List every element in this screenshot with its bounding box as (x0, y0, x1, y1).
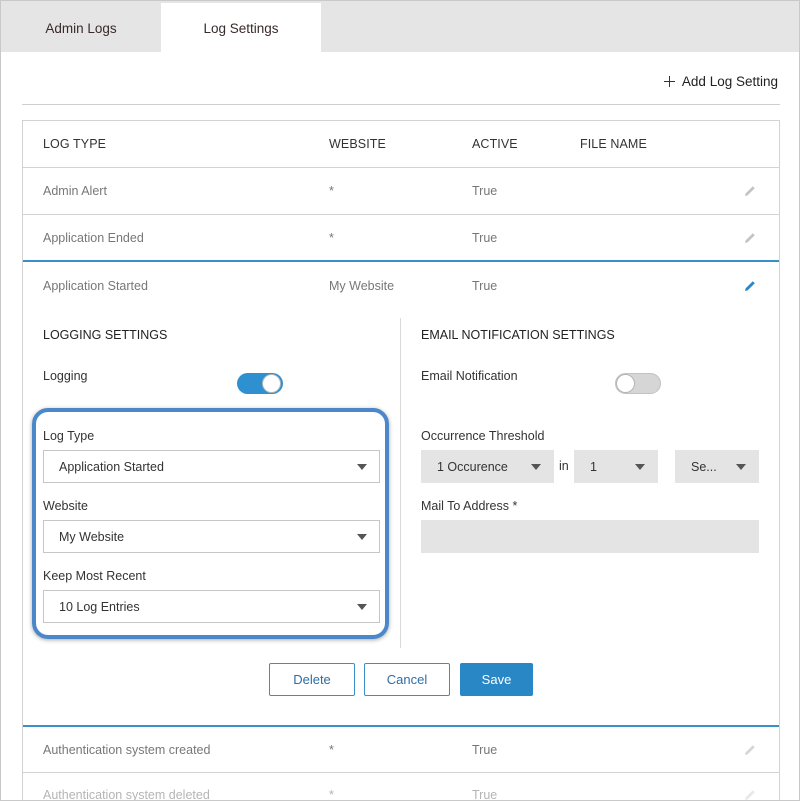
add-log-setting-button[interactable]: Add Log Setting (663, 70, 778, 92)
cell-log-type: Application Ended (43, 231, 144, 245)
keep-most-recent-label: Keep Most Recent (43, 569, 146, 583)
cell-log-type: Application Started (43, 279, 148, 293)
table-header: LOG TYPE WEBSITE ACTIVE FILE NAME (23, 121, 779, 168)
website-value: My Website (59, 529, 125, 544)
occurrence-period-select[interactable]: 1 (574, 450, 658, 483)
header-file-name: FILE NAME (580, 137, 647, 151)
tab-log-settings[interactable]: Log Settings (161, 3, 321, 53)
chevron-down-icon (357, 604, 367, 610)
keep-most-recent-select[interactable]: 10 Log Entries (43, 590, 380, 623)
occurrence-unit-value: Se... (691, 459, 717, 474)
cell-active: True (472, 788, 498, 801)
logging-toggle[interactable] (237, 373, 283, 394)
cell-active: True (472, 184, 498, 198)
cell-log-type: Admin Alert (43, 184, 107, 198)
cancel-button[interactable]: Cancel (364, 663, 450, 696)
occurrence-count-select[interactable]: 1 Occurence (421, 450, 554, 483)
occurrence-count-value: 1 Occurence (437, 459, 508, 474)
plus-icon (663, 75, 675, 87)
table-row[interactable]: Admin Alert * True (23, 168, 779, 215)
header-log-type: LOG TYPE (43, 137, 107, 151)
website-label: Website (43, 499, 88, 513)
log-type-label: Log Type (43, 429, 95, 443)
logging-label: Logging (43, 369, 88, 383)
cell-website: * (329, 743, 334, 757)
cell-website: My Website (329, 279, 395, 293)
cell-log-type: Authentication system deleted (43, 788, 210, 801)
delete-button[interactable]: Delete (269, 663, 355, 696)
edit-pencil-icon[interactable] (743, 788, 757, 801)
occurrence-threshold-label: Occurrence Threshold (421, 429, 545, 443)
cell-website: * (329, 184, 334, 198)
edit-pencil-icon[interactable] (743, 743, 757, 757)
log-type-select[interactable]: Application Started (43, 450, 380, 483)
cell-log-type: Authentication system created (43, 743, 211, 757)
table-row-selected[interactable]: Application Started My Website True (23, 263, 779, 309)
table-row[interactable]: Authentication system created * True (23, 725, 779, 773)
add-log-setting-label: Add Log Setting (681, 73, 778, 89)
tab-admin-logs[interactable]: Admin Logs (2, 4, 160, 52)
tab-bar: Admin Logs Log Settings (1, 1, 799, 53)
cell-active: True (472, 279, 498, 293)
section-divider (400, 318, 401, 648)
save-button[interactable]: Save (460, 663, 533, 696)
email-notification-label: Email Notification (421, 369, 518, 383)
toggle-knob (616, 374, 635, 393)
edit-pencil-icon[interactable] (743, 231, 757, 245)
mail-to-address-label: Mail To Address * (421, 499, 518, 513)
cell-active: True (472, 231, 498, 245)
mail-to-address-input[interactable] (421, 520, 759, 553)
keep-most-recent-value: 10 Log Entries (59, 599, 140, 614)
occurrence-period-value: 1 (590, 459, 597, 474)
edit-pencil-icon[interactable] (743, 184, 757, 198)
log-settings-table: LOG TYPE WEBSITE ACTIVE FILE NAME Admin … (22, 120, 780, 801)
cell-website: * (329, 788, 334, 801)
expanded-row-editor: Application Started My Website True LOGG… (23, 263, 779, 725)
cell-website: * (329, 231, 334, 245)
cell-active: True (472, 743, 498, 757)
edit-pencil-icon[interactable] (743, 279, 757, 293)
chevron-down-icon (357, 464, 367, 470)
chevron-down-icon (736, 464, 746, 470)
in-label: in (559, 459, 569, 473)
divider (22, 104, 780, 105)
occurrence-unit-select[interactable]: Se... (675, 450, 759, 483)
email-notification-settings-title: EMAIL NOTIFICATION SETTINGS (421, 328, 615, 342)
chevron-down-icon (635, 464, 645, 470)
toggle-knob (262, 374, 281, 393)
chevron-down-icon (531, 464, 541, 470)
log-settings-window: Admin Logs Log Settings Add Log Setting … (0, 0, 800, 801)
website-select[interactable]: My Website (43, 520, 380, 553)
table-row[interactable]: Authentication system deleted * True (23, 772, 779, 801)
header-website: WEBSITE (329, 137, 386, 151)
header-active: ACTIVE (472, 137, 518, 151)
logging-settings-title: LOGGING SETTINGS (43, 328, 168, 342)
log-type-value: Application Started (59, 459, 164, 474)
email-notification-toggle[interactable] (615, 373, 661, 394)
table-row[interactable]: Application Ended * True (23, 215, 779, 262)
chevron-down-icon (357, 534, 367, 540)
